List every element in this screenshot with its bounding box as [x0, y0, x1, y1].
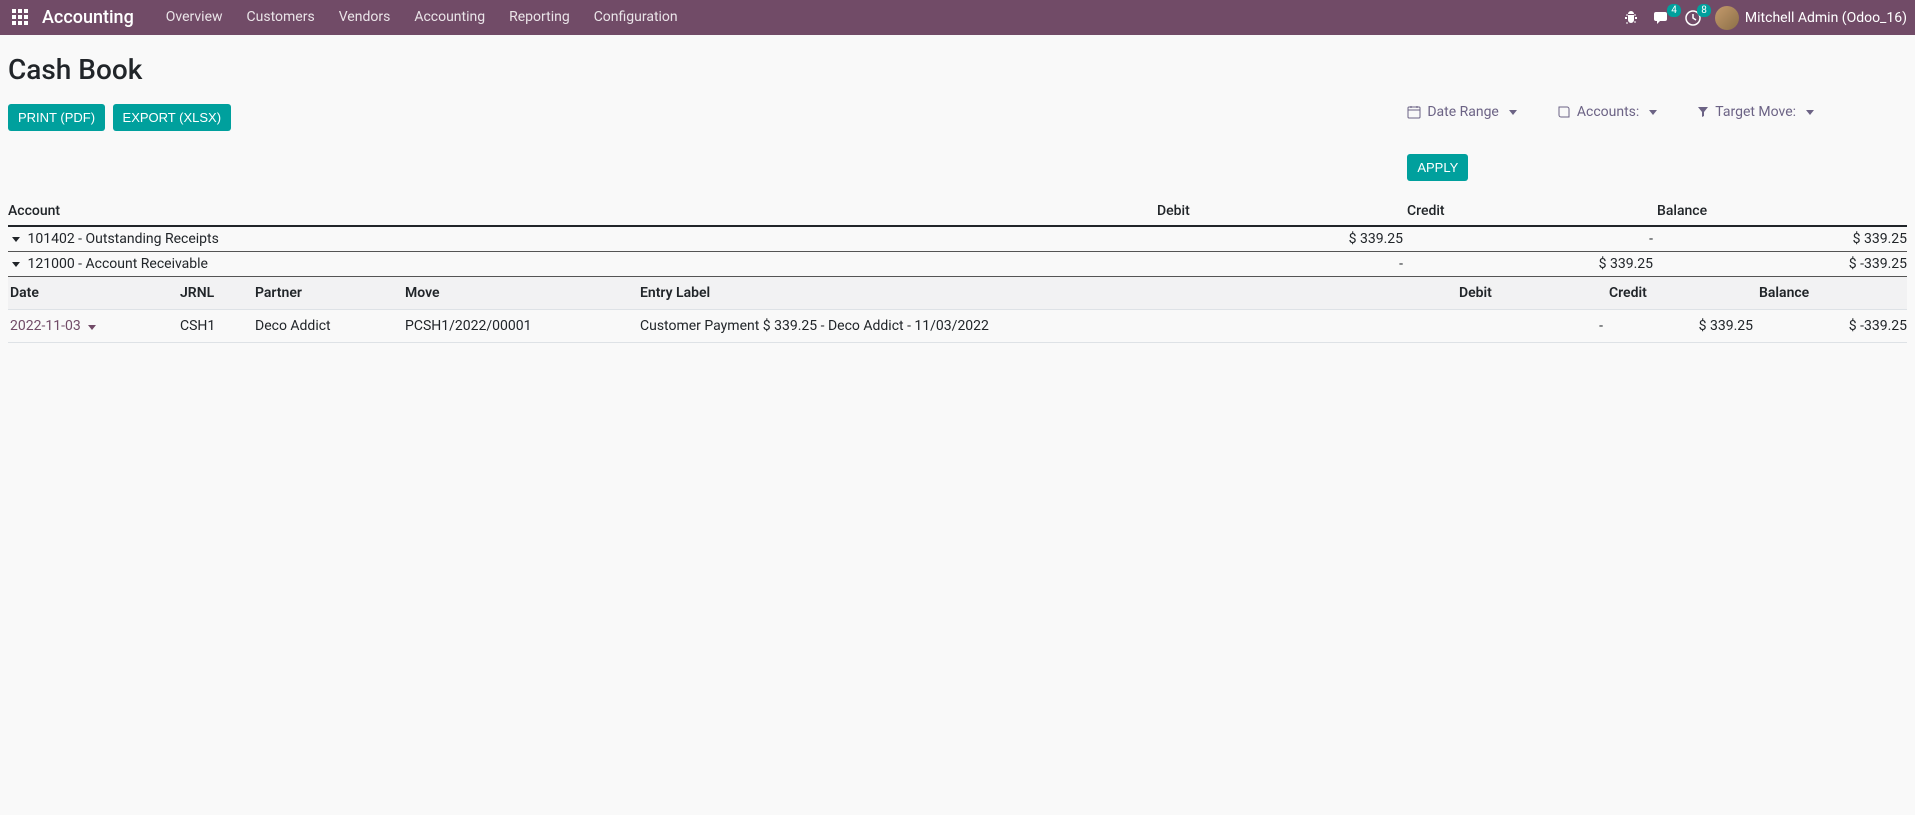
detail-table: Date JRNL Partner Move Entry Label Debit…: [8, 277, 1907, 343]
cell-debit: -: [1157, 252, 1407, 277]
apps-icon[interactable]: [12, 9, 30, 27]
col-date: Date: [8, 277, 178, 310]
controls-row: PRINT (PDF) EXPORT (XLSX) Date Range Acc…: [8, 104, 1907, 181]
chevron-down-icon: [1649, 110, 1657, 115]
print-pdf-button[interactable]: PRINT (PDF): [8, 104, 105, 131]
cell-balance: $ 339.25: [1657, 226, 1907, 252]
user-name: Mitchell Admin (Odoo_16): [1745, 10, 1907, 26]
filter-date-range[interactable]: Date Range: [1407, 104, 1517, 120]
messaging-badge: 4: [1667, 4, 1681, 17]
cell-jrnl: CSH1: [178, 310, 253, 343]
navbar-left: Accounting Overview Customers Vendors Ac…: [8, 0, 690, 35]
account-name: 121000 - Account Receivable: [27, 256, 208, 272]
filters: Date Range Accounts: Target Move: APPLY: [1407, 104, 1907, 181]
top-navbar: Accounting Overview Customers Vendors Ac…: [0, 0, 1915, 35]
export-buttons: PRINT (PDF) EXPORT (XLSX): [8, 104, 235, 131]
activity-icon[interactable]: 8: [1685, 10, 1701, 26]
cell-balance: $ -339.25: [1757, 310, 1907, 343]
nav-link-configuration[interactable]: Configuration: [582, 0, 690, 35]
cell-balance: $ -339.25: [1657, 252, 1907, 277]
filter-date-range-label: Date Range: [1427, 104, 1499, 120]
cell-partner: Deco Addict: [253, 310, 403, 343]
col-move: Move: [403, 277, 638, 310]
activity-badge: 8: [1697, 4, 1711, 17]
nav-link-overview[interactable]: Overview: [154, 0, 235, 35]
col-entry-label: Entry Label: [638, 277, 1457, 310]
bug-icon[interactable]: [1623, 10, 1639, 26]
summary-row[interactable]: 101402 - Outstanding Receipts $ 339.25 -…: [8, 226, 1907, 252]
caret-down-icon[interactable]: [12, 237, 20, 242]
col-debit: Debit: [1157, 199, 1407, 226]
user-menu[interactable]: Mitchell Admin (Odoo_16): [1715, 6, 1907, 30]
entry-date-link[interactable]: 2022-11-03: [10, 318, 96, 334]
summary-table: Account Debit Credit Balance 101402 - Ou…: [8, 199, 1907, 277]
chevron-down-icon: [1806, 110, 1814, 115]
filter-target-move-label: Target Move:: [1715, 104, 1796, 120]
navbar-right: 4 8 Mitchell Admin (Odoo_16): [1623, 6, 1907, 30]
page-title: Cash Book: [8, 53, 1907, 86]
col-partner: Partner: [253, 277, 403, 310]
cell-credit: $ 339.25: [1607, 310, 1757, 343]
caret-down-icon[interactable]: [12, 262, 20, 267]
cell-debit: $ 339.25: [1157, 226, 1407, 252]
cell-credit: $ 339.25: [1407, 252, 1657, 277]
cell-entry-label: Customer Payment $ 339.25 - Deco Addict …: [638, 310, 1457, 343]
summary-area: Account Debit Credit Balance 101402 - Ou…: [8, 199, 1907, 343]
detail-row: 2022-11-03 CSH1 Deco Addict PCSH1/2022/0…: [8, 310, 1907, 343]
nav-link-reporting[interactable]: Reporting: [497, 0, 582, 35]
calendar-icon: [1407, 105, 1421, 119]
app-brand[interactable]: Accounting: [42, 7, 134, 28]
avatar: [1715, 6, 1739, 30]
col-credit: Credit: [1407, 199, 1657, 226]
cell-move: PCSH1/2022/00001: [403, 310, 638, 343]
cell-credit: -: [1407, 226, 1657, 252]
book-icon: [1557, 105, 1571, 119]
cell-debit: -: [1457, 310, 1607, 343]
col-balance: Balance: [1757, 277, 1907, 310]
filter-icon: [1697, 106, 1709, 118]
export-xlsx-button[interactable]: EXPORT (XLSX): [113, 104, 232, 131]
page-body: Cash Book PRINT (PDF) EXPORT (XLSX) Date…: [0, 35, 1915, 343]
nav-links: Overview Customers Vendors Accounting Re…: [154, 0, 690, 35]
filter-accounts[interactable]: Accounts:: [1557, 104, 1657, 120]
apply-button[interactable]: APPLY: [1407, 154, 1468, 181]
summary-row[interactable]: 121000 - Account Receivable - $ 339.25 $…: [8, 252, 1907, 277]
chevron-down-icon: [1509, 110, 1517, 115]
col-account: Account: [8, 199, 1157, 226]
col-balance: Balance: [1657, 199, 1907, 226]
nav-link-customers[interactable]: Customers: [235, 0, 327, 35]
entry-date: 2022-11-03: [10, 318, 81, 334]
filter-target-move[interactable]: Target Move:: [1697, 104, 1814, 120]
col-debit: Debit: [1457, 277, 1607, 310]
messaging-icon[interactable]: 4: [1653, 10, 1671, 26]
filter-accounts-label: Accounts:: [1577, 104, 1639, 120]
nav-link-vendors[interactable]: Vendors: [327, 0, 403, 35]
col-jrnl: JRNL: [178, 277, 253, 310]
account-name: 101402 - Outstanding Receipts: [27, 231, 218, 247]
chevron-down-icon: [88, 325, 96, 330]
nav-link-accounting[interactable]: Accounting: [402, 0, 497, 35]
col-credit: Credit: [1607, 277, 1757, 310]
